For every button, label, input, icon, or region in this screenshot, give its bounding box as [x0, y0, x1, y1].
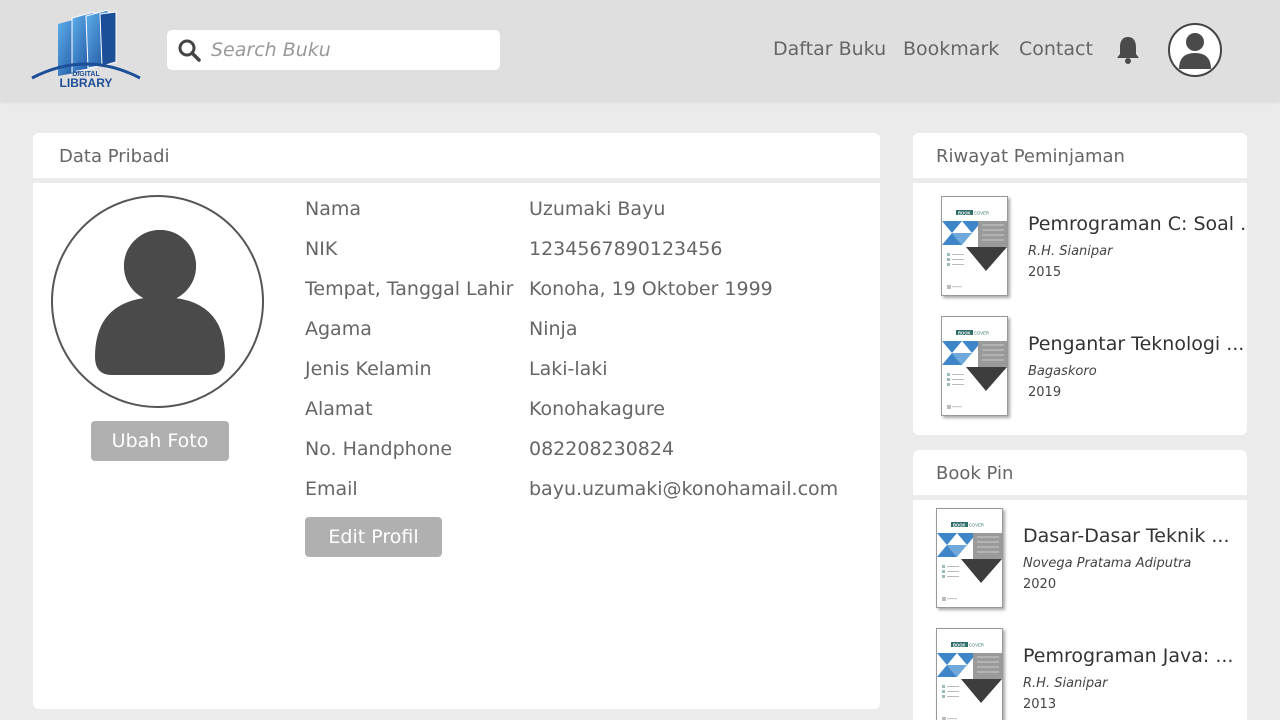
logo-text-bottom: LIBRARY	[60, 76, 113, 90]
field-value: 082208230824	[529, 438, 675, 460]
book-item[interactable]: BOOK COVER Pengantar Teknologi ... Bagaskor…	[941, 316, 1261, 416]
field-label: Alamat	[305, 398, 373, 420]
field-label: Jenis Kelamin	[305, 358, 432, 380]
field-value: Uzumaki Bayu	[529, 198, 666, 220]
borrow-history-card: Riwayat Peminjaman BOOK COVER Pemrograman …	[913, 133, 1248, 435]
book-author: R.H. Sianipar	[1028, 244, 1113, 259]
field-value: Konohakagure	[529, 398, 665, 420]
field-value: Ninja	[529, 318, 578, 340]
book-item[interactable]: BOOK COVER Pemrograman Java: ... R.H. Siani…	[936, 628, 1256, 720]
top-navbar: DIGITAL LIBRARY Daftar Buku Bookmark Con…	[0, 0, 1280, 100]
book-cover-image: BOOK COVER	[942, 317, 1007, 415]
field-value: bayu.uzumaki@konohamail.com	[529, 478, 839, 500]
profile-photo	[51, 195, 264, 408]
digital-library-logo[interactable]: DIGITAL LIBRARY	[30, 9, 142, 90]
book-title[interactable]: Pemrograman C: Soal ...	[1028, 213, 1248, 235]
divider	[913, 495, 1247, 500]
user-silhouette-icon	[95, 226, 225, 375]
edit-profile-button[interactable]: Edit Profil	[305, 517, 442, 557]
change-photo-button[interactable]: Ubah Foto	[91, 421, 229, 461]
book-cover[interactable]: BOOK COVER	[941, 196, 1008, 296]
field-label: Nama	[305, 198, 362, 220]
book-cover-image: BOOK COVER	[937, 629, 1002, 720]
cover-badge: BOOK	[953, 522, 966, 527]
book-item[interactable]: BOOK COVER Dasar-Dasar Teknik ... Novega Pr…	[936, 508, 1256, 608]
book-author: Novega Pratama Adiputra	[1023, 556, 1192, 571]
divider	[913, 178, 1247, 183]
field-label: Tempat, Tanggal Lahir	[305, 278, 514, 300]
book-cover-image: BOOK COVER	[942, 197, 1007, 295]
cover-badge: BOOK	[953, 642, 966, 647]
cover-badge: BOOK	[958, 210, 971, 215]
nav-daftar-buku[interactable]: Daftar Buku	[773, 38, 886, 60]
book-author: Bagaskoro	[1028, 364, 1097, 379]
book-year: 2015	[1028, 265, 1062, 280]
field-value: 1234567890123456	[529, 238, 723, 260]
field-label: No. Handphone	[305, 438, 453, 460]
book-cover[interactable]: BOOK COVER	[936, 508, 1003, 608]
field-label: Agama	[305, 318, 372, 340]
book-title[interactable]: Dasar-Dasar Teknik ...	[1023, 525, 1243, 547]
book-title[interactable]: Pengantar Teknologi ...	[1028, 333, 1248, 355]
cover-badge: BOOK	[958, 330, 971, 335]
book-title[interactable]: Pemrograman Java: ...	[1023, 645, 1243, 667]
logo-graphic: DIGITAL LIBRARY	[31, 9, 141, 90]
book-year: 2019	[1028, 385, 1062, 400]
field-label: NIK	[305, 238, 338, 260]
book-cover[interactable]: BOOK COVER	[936, 628, 1003, 720]
book-cover-image: BOOK COVER	[937, 509, 1002, 607]
book-item[interactable]: BOOK COVER Pemrograman C: Soal ... R.H. Sia…	[941, 196, 1261, 296]
field-label: Email	[305, 478, 358, 500]
field-value: Laki-laki	[529, 358, 608, 380]
cover-word: COVER	[974, 210, 989, 215]
user-avatar-button[interactable]	[1168, 23, 1222, 77]
book-pin-title: Book Pin	[936, 463, 1014, 484]
search-input[interactable]	[211, 35, 491, 65]
user-avatar-icon	[1179, 33, 1211, 69]
nav-bookmark[interactable]: Bookmark	[903, 38, 999, 60]
book-cover[interactable]: BOOK COVER	[941, 316, 1008, 416]
book-year: 2013	[1023, 697, 1057, 712]
field-value: Konoha, 19 Oktober 1999	[529, 278, 773, 300]
bell-icon[interactable]	[1114, 35, 1142, 65]
search-icon[interactable]	[177, 38, 201, 62]
book-pin-card: Book Pin BOOK COVER Dasar-Dasar Teknik ...…	[913, 450, 1247, 720]
book-author: R.H. Sianipar	[1023, 676, 1108, 691]
borrow-history-title: Riwayat Peminjaman	[936, 146, 1125, 167]
search-box[interactable]	[167, 30, 500, 70]
cover-word: COVER	[969, 642, 984, 647]
nav-contact[interactable]: Contact	[1019, 38, 1093, 60]
personal-data-card: Data Pribadi Ubah Foto Nama Uzumaki Bayu N…	[33, 133, 1245, 709]
cover-word: COVER	[969, 522, 984, 527]
personal-data-title: Data Pribadi	[59, 146, 170, 167]
book-year: 2020	[1023, 577, 1057, 592]
cover-word: COVER	[974, 330, 989, 335]
